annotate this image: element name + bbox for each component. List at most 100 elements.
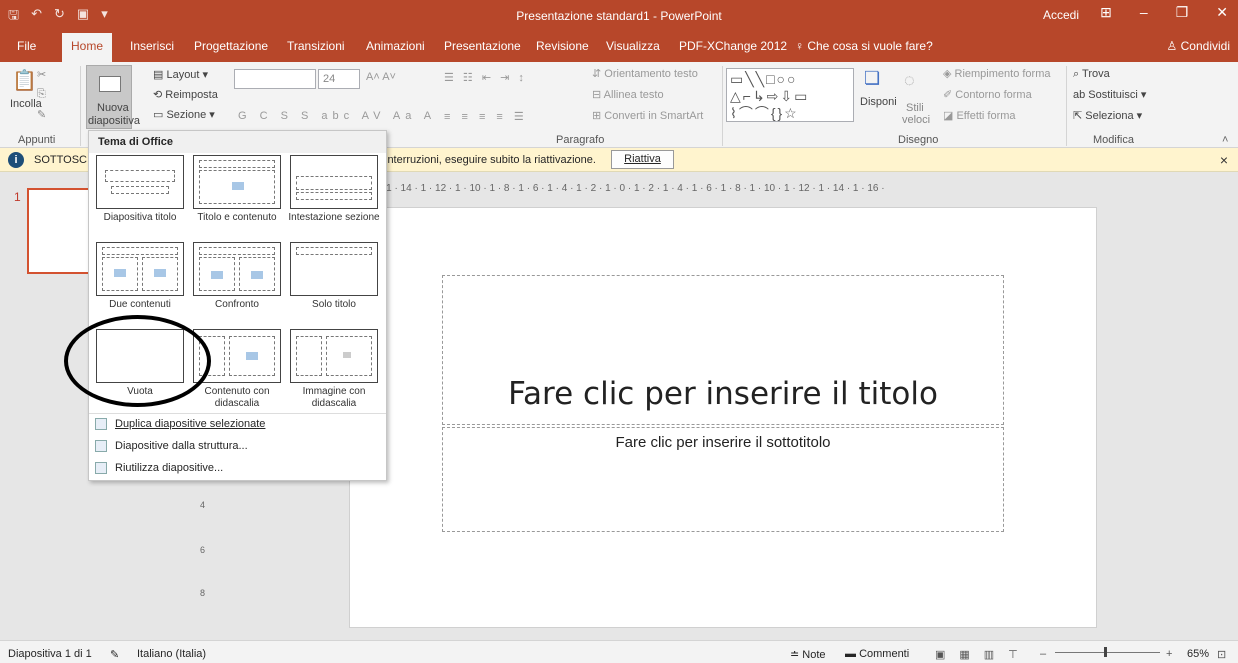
quick-styles-label-2[interactable]: veloci: [902, 114, 930, 126]
share-button[interactable]: ♙ Condividi: [1167, 39, 1230, 53]
layout-picture-caption[interactable]: Immagine con didascalia: [286, 329, 382, 417]
zoom-in-icon[interactable]: +: [1166, 648, 1172, 660]
reuse-label: Riutilizza diapositive...: [115, 462, 224, 474]
comments-label: Commenti: [859, 648, 910, 660]
shapes-gallery[interactable]: ▭╲╲□○○ △⌐↳⇨⇩▭ ⌇⌒⌒{}☆: [726, 68, 854, 122]
layout-label: Due contenuti: [109, 299, 171, 310]
tell-me-search[interactable]: ♀ Che cosa si vuole fare?: [795, 39, 933, 53]
reset-icon: ⟲: [153, 89, 166, 101]
zoom-slider-thumb[interactable]: [1104, 647, 1107, 657]
reset-button[interactable]: ⟲ Reimposta: [153, 88, 218, 101]
paste-icon[interactable]: 📋: [12, 68, 37, 93]
ruler-mark: 6: [200, 545, 206, 555]
shape-fill-button[interactable]: ◈ Riempimento forma: [943, 67, 1051, 80]
font-size-box[interactable]: 24: [318, 69, 360, 89]
quick-styles-icon[interactable]: ◌: [904, 70, 915, 91]
smartart-button[interactable]: ⊞ Converti in SmartArt: [592, 109, 703, 122]
layout-comparison[interactable]: Confronto: [189, 242, 285, 330]
zoom-level[interactable]: 65%: [1187, 648, 1209, 660]
shape-fill-label: Riempimento forma: [954, 68, 1051, 80]
tab-review[interactable]: Revisione: [536, 39, 589, 53]
tab-transitions[interactable]: Transizioni: [287, 39, 345, 53]
tab-slideshow[interactable]: Presentazione: [444, 39, 521, 53]
layout-title-slide[interactable]: Diapositiva titolo: [92, 155, 188, 243]
collapse-ribbon-icon[interactable]: ˄: [1222, 134, 1228, 146]
new-slide-button[interactable]: Nuova diapositiva: [86, 65, 140, 129]
list-icons[interactable]: ☰ ☷ ⇤ ⇥ ↕: [444, 71, 527, 84]
reset-label: Reimposta: [165, 89, 218, 101]
slide-counter: Diapositiva 1 di 1: [8, 648, 92, 660]
replace-icon: ab: [1073, 89, 1089, 101]
duplicate-slides-item[interactable]: Duplica diapositive selezionate: [95, 418, 265, 430]
fit-slide-icon[interactable]: ⊡: [1217, 648, 1226, 661]
restore-icon[interactable]: ❐: [1176, 4, 1189, 21]
font-format-icons[interactable]: G C S S abc AV Aa A: [238, 110, 436, 122]
text-direction-button[interactable]: ⇵ Orientamento testo: [592, 67, 698, 80]
zoom-out-icon[interactable]: –: [1040, 648, 1046, 660]
subtitle-placeholder-text: Fare clic per inserire il sottotitolo: [615, 434, 831, 451]
select-label: Seleziona: [1085, 110, 1134, 122]
copy-icon[interactable]: ⎘: [37, 88, 46, 101]
tab-design[interactable]: Progettazione: [194, 39, 268, 53]
close-message-icon[interactable]: ×: [1220, 152, 1228, 168]
content-icon: [251, 271, 263, 279]
font-size-value: 24: [323, 73, 336, 85]
quick-styles-label-1[interactable]: Stili: [906, 102, 924, 114]
format-painter-icon[interactable]: ✎: [37, 108, 46, 121]
comments-button[interactable]: ▬ Commenti: [845, 648, 909, 660]
layout-box: [296, 192, 372, 200]
alignment-icons[interactable]: ≡ ≡ ≡ ≡ ☰: [444, 110, 528, 123]
sign-in-link[interactable]: Accedi: [1043, 8, 1079, 22]
align-text-button[interactable]: ⊟ Allinea testo: [592, 88, 664, 101]
title-placeholder[interactable]: Fare clic per inserire il titolo: [442, 275, 1004, 425]
tab-file[interactable]: File: [17, 39, 36, 53]
layout-label: Contenuto con didascalia: [204, 386, 270, 409]
replace-button[interactable]: ab Sostituisci ▾: [1073, 88, 1146, 101]
arrange-button[interactable]: Disponi: [860, 96, 897, 108]
shape-outline-button[interactable]: ✐ Contorno forma: [943, 88, 1032, 101]
tab-insert[interactable]: Inserisci: [130, 39, 174, 53]
reuse-slides-item[interactable]: Riutilizza diapositive...: [95, 462, 223, 474]
shape-effects-button[interactable]: ◪ Effetti forma: [943, 109, 1016, 122]
arrange-icon[interactable]: ❏: [864, 68, 880, 89]
window-controls: ⊞ – ❐ ✕: [1100, 4, 1228, 21]
shape-effects-label: Effetti forma: [956, 110, 1016, 122]
layout-thumbnail: [96, 242, 184, 296]
group-divider: [722, 66, 723, 146]
new-slide-label-1: Nuova: [97, 102, 129, 114]
layout-section-header[interactable]: Intestazione sezione: [286, 155, 382, 243]
zoom-slider[interactable]: [1055, 652, 1160, 653]
spell-check-icon[interactable]: ✎: [110, 648, 119, 661]
tab-pdf-xchange[interactable]: PDF-XChange 2012: [679, 39, 787, 53]
layout-title-content[interactable]: Titolo e contenuto: [189, 155, 285, 243]
section-button[interactable]: ▭ Sezione ▾: [153, 108, 215, 121]
font-name-box[interactable]: [234, 69, 316, 89]
notes-button[interactable]: ≐ Note: [790, 648, 826, 661]
tab-view[interactable]: Visualizza: [606, 39, 660, 53]
duplicate-label: Duplica diapositive selezionate: [115, 418, 266, 430]
layout-thumbnail: [96, 155, 184, 209]
minimize-icon[interactable]: –: [1140, 4, 1148, 21]
shape-outline-label: Contorno forma: [955, 89, 1032, 101]
tab-home[interactable]: Home: [62, 33, 113, 62]
grow-shrink-font-icon[interactable]: A˄ A˅: [366, 71, 396, 83]
content-icon: [246, 352, 258, 360]
ribbon-display-icon[interactable]: ⊞: [1100, 4, 1112, 21]
close-icon[interactable]: ✕: [1216, 4, 1228, 21]
language-indicator[interactable]: Italiano (Italia): [137, 648, 206, 660]
view-buttons[interactable]: ▣▦▥⊤: [935, 648, 1032, 661]
ruler-mark: 4: [200, 500, 206, 510]
layout-box: [199, 247, 275, 255]
info-icon: i: [8, 152, 24, 168]
slides-from-outline-item[interactable]: Diapositive dalla struttura...: [95, 440, 248, 452]
cut-icon[interactable]: ✂: [37, 68, 46, 81]
duplicate-icon: [95, 418, 107, 430]
notes-icon: ≐: [790, 649, 803, 661]
tab-animations[interactable]: Animazioni: [366, 39, 425, 53]
find-button[interactable]: ⌕ Trova: [1073, 68, 1110, 81]
layout-button[interactable]: ▤ Layout ▾: [153, 68, 208, 81]
reactivate-button[interactable]: Riattiva: [611, 150, 674, 169]
subtitle-placeholder[interactable]: Fare clic per inserire il sottotitolo: [442, 427, 1004, 532]
select-button[interactable]: ⇱ Seleziona ▾: [1073, 109, 1142, 122]
layout-title-only[interactable]: Solo titolo: [286, 242, 382, 330]
